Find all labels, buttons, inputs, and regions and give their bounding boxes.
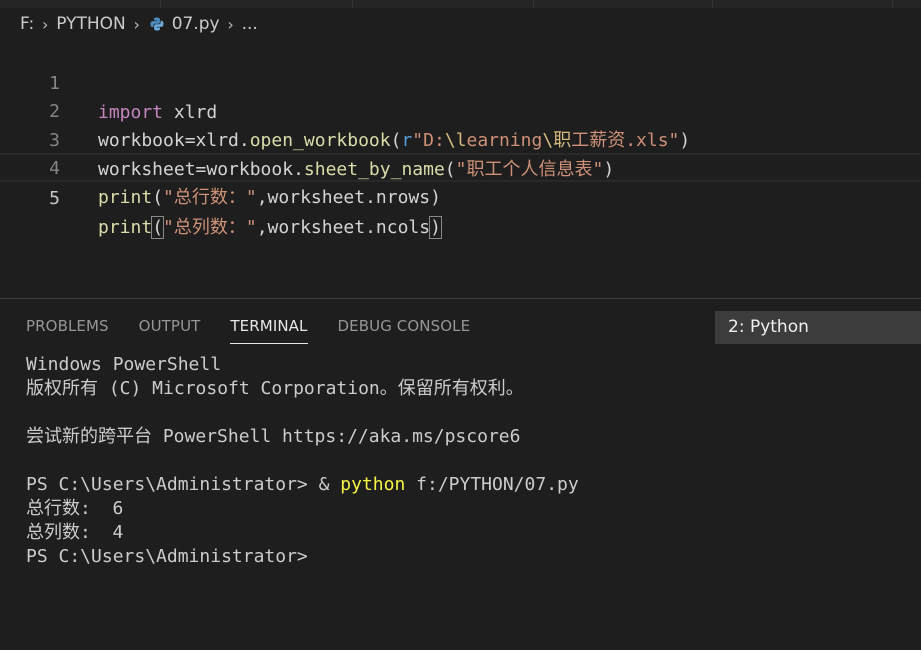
breadcrumb-more[interactable]: ... [242, 14, 258, 34]
tab-terminal[interactable]: TERMINAL [230, 317, 308, 344]
terminal-prompt: PS C:\Users\Administrator> & [26, 474, 341, 495]
line-number: 5 [49, 188, 60, 209]
terminal-prompt[interactable]: PS C:\Users\Administrator> [26, 545, 579, 569]
editor-tab-strip [0, 0, 921, 8]
code-line[interactable]: 2 workbook=xlrd.open_workbook(r"D:\learn… [0, 68, 921, 151]
terminal-line: 尝试新的跨平台 PowerShell https://aka.ms/pscore… [26, 426, 521, 447]
string-token: "总列数：" [163, 217, 257, 238]
code-line[interactable]: 1 import xlrd [0, 40, 921, 123]
terminal-output[interactable]: Windows PowerShell 版权所有 (C) Microsoft Co… [26, 353, 579, 569]
breadcrumb-folder[interactable]: PYTHON [56, 14, 126, 34]
code-text[interactable]: print("总列数：",worksheet.ncols) [98, 213, 442, 242]
bracket-match-open: ( [151, 216, 165, 239]
code-text[interactable]: print("总行数：",worksheet.nrows) [98, 183, 441, 212]
code-token: ,worksheet.ncols [256, 217, 431, 238]
code-line[interactable]: 4 print("总行数：",worksheet.nrows) [0, 125, 921, 208]
function-token: print [98, 187, 153, 208]
terminal-line: Windows PowerShell [26, 354, 222, 375]
terminal-select-dropdown[interactable]: 2: Python [715, 311, 921, 344]
code-editor[interactable]: 1 import xlrd 2 workbook=xlrd.open_workb… [0, 40, 921, 298]
chevron-right-icon: › [227, 14, 234, 34]
string-token: "总行数：" [163, 187, 257, 208]
tab-separator [533, 0, 534, 8]
terminal-command-line: PS C:\Users\Administrator> & python f:/P… [26, 473, 579, 497]
terminal-line: 总行数: 6 [26, 498, 124, 519]
terminal-command: python [340, 474, 406, 495]
code-line-current[interactable]: 5 print("总列数：",worksheet.ncols) [0, 153, 921, 239]
breadcrumb-drive[interactable]: F: [20, 14, 34, 34]
tab-debug-console[interactable]: DEBUG CONSOLE [338, 317, 471, 344]
chevron-right-icon: › [133, 14, 140, 34]
code-line[interactable]: 3 worksheet=workbook.sheet_by_name("职工个人… [0, 97, 921, 180]
function-token: print [98, 217, 153, 238]
tab-separator [352, 0, 353, 8]
terminal-line: 版权所有 (C) Microsoft Corporation。保留所有权利。 [26, 378, 524, 399]
tab-separator [892, 0, 893, 8]
bracket-match-close: ) [429, 216, 442, 239]
tab-separator [160, 0, 161, 8]
tab-problems[interactable]: PROBLEMS [26, 317, 109, 344]
terminal-args: f:/PYTHON/07.py [405, 474, 579, 495]
tab-output[interactable]: OUTPUT [139, 317, 201, 344]
tab-separator [712, 0, 713, 8]
code-token: ,worksheet.nrows [256, 187, 431, 208]
breadcrumb: F: › PYTHON › 07.py › ... [20, 12, 258, 36]
chevron-right-icon: › [41, 14, 49, 34]
panel-tabs: PROBLEMS OUTPUT TERMINAL DEBUG CONSOLE [26, 317, 500, 344]
paren-token: ( [152, 187, 164, 208]
bottom-panel: PROBLEMS OUTPUT TERMINAL DEBUG CONSOLE 2… [0, 298, 921, 650]
python-file-icon [150, 17, 164, 31]
breadcrumb-file[interactable]: 07.py [172, 14, 220, 34]
paren-token: ) [430, 187, 441, 208]
terminal-line: 总列数: 4 [26, 522, 124, 543]
